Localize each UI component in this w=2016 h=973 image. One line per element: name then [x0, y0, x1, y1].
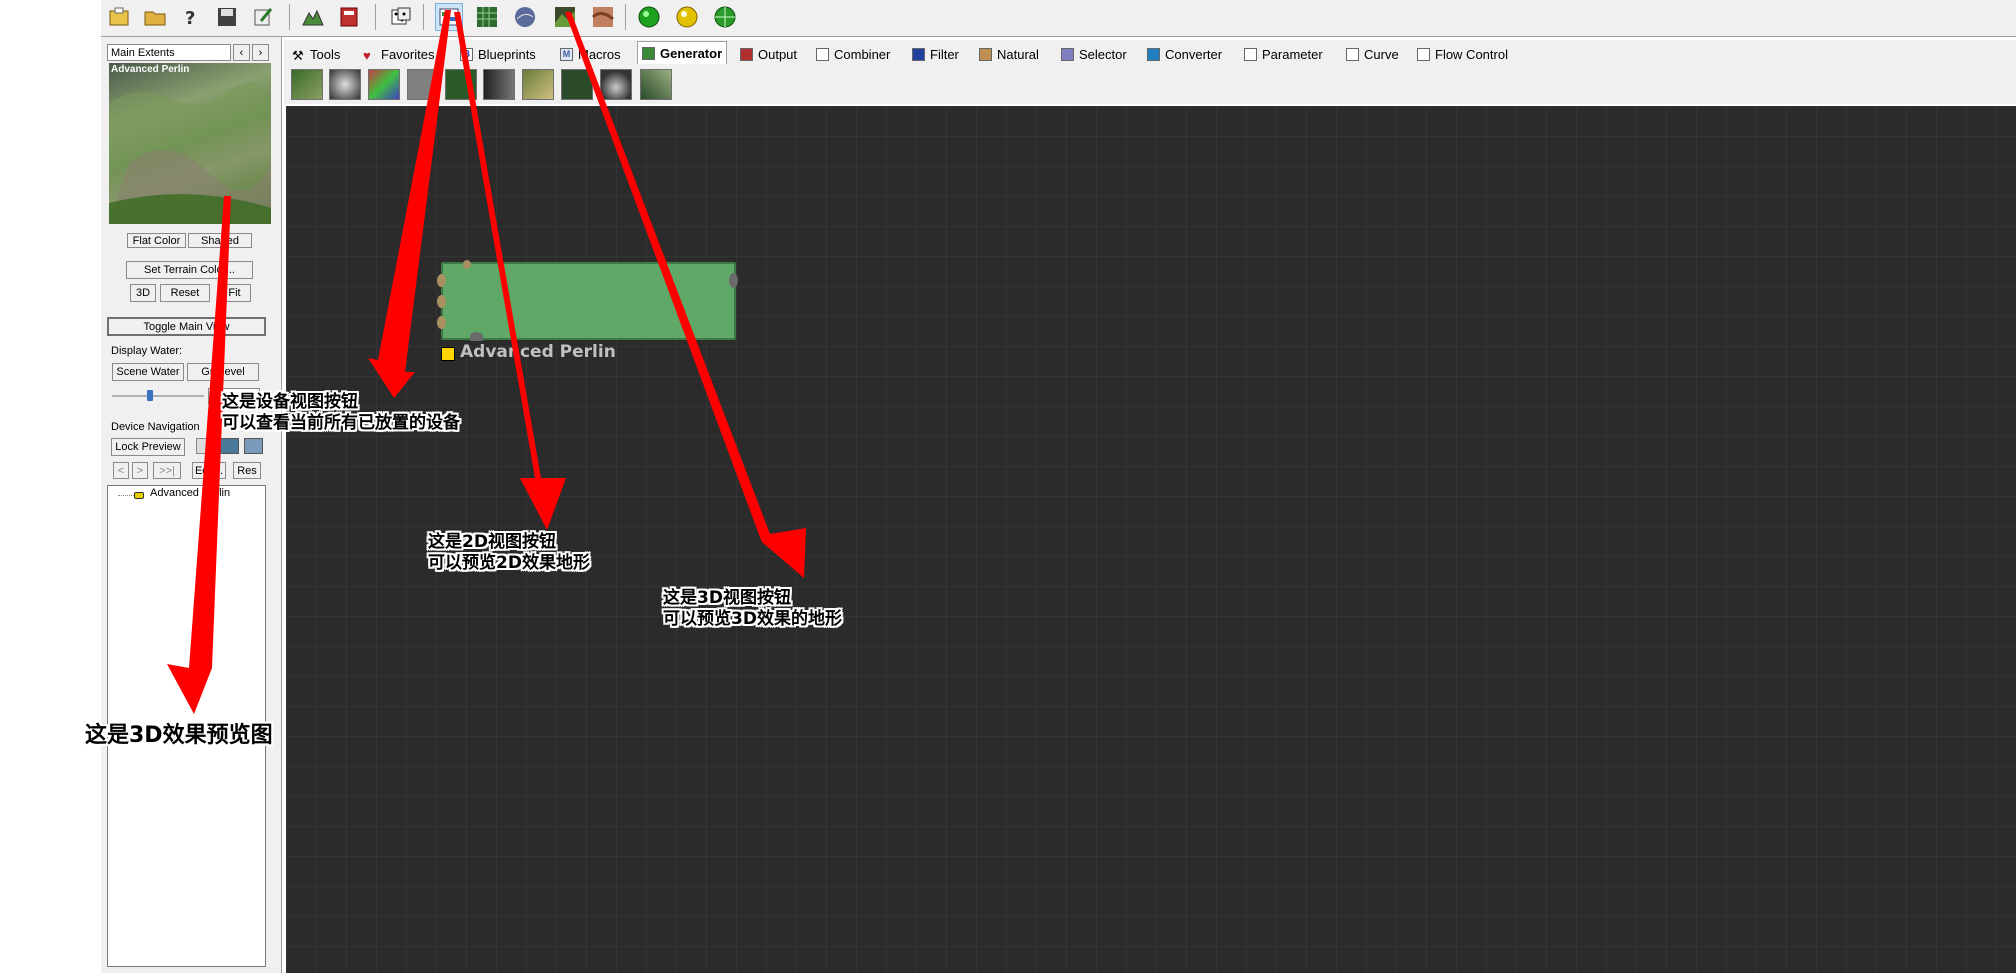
annotation-view-2d: 这是2D视图按钮 可以预览2D效果地形 [428, 532, 590, 574]
arrow-to-3d-preview [167, 196, 231, 714]
annotation-3d-preview: 这是3D效果预览图 [85, 723, 273, 748]
annotation-view-3d: 这是3D视图按钮 可以预览3D效果的地形 [663, 588, 842, 630]
annotation-view-3d-line1: 这是3D视图按钮 [663, 588, 791, 608]
annotation-arrows [167, 10, 806, 714]
arrow-to-view-2d [454, 12, 566, 530]
annotation-view-2d-line2: 可以预览2D效果地形 [428, 553, 590, 573]
annotation-view-2d-line1: 这是2D视图按钮 [428, 532, 556, 552]
annotation-view-3d-line2: 可以预览3D效果的地形 [663, 609, 842, 629]
annotation-device-view-line1: 这是设备视图按钮 [222, 392, 358, 412]
arrow-to-device-view [368, 10, 451, 398]
arrow-to-view-3d [565, 12, 806, 578]
annotation-device-view-line2: 可以查看当前所有已放置的设备 [222, 413, 460, 433]
annotation-device-view: 这是设备视图按钮 可以查看当前所有已放置的设备 [222, 392, 460, 434]
